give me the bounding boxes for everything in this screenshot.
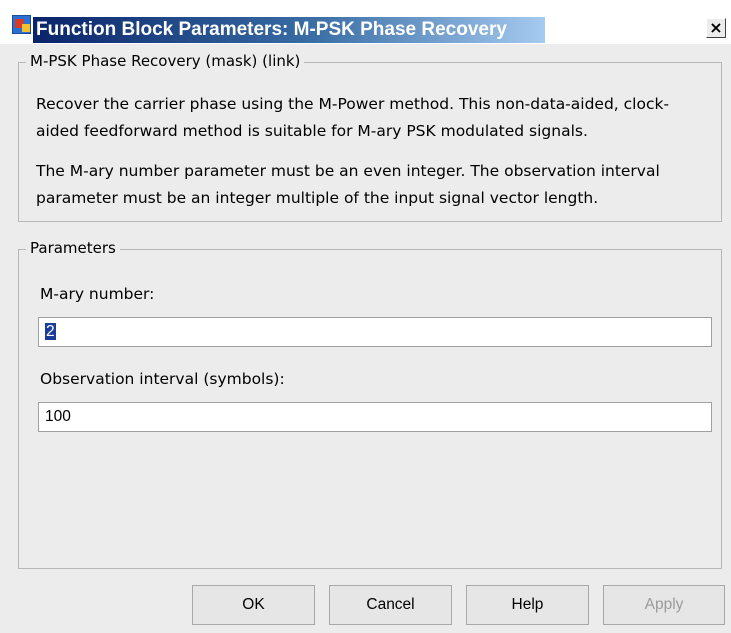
window-title: Function Block Parameters: M-PSK Phase R… [36, 19, 507, 40]
simulink-block-icon [12, 15, 31, 34]
mary-number-input[interactable]: 2 [38, 317, 712, 347]
description-paragraph-1: Recover the carrier phase using the M-Po… [36, 91, 716, 145]
close-button[interactable]: × [706, 18, 726, 38]
help-button[interactable]: Help [466, 585, 589, 625]
parameters-group-legend: Parameters [26, 239, 120, 257]
description-paragraph-2: The M-ary number parameter must be an ev… [36, 158, 716, 212]
description-line: aided feedforward method is suitable for… [36, 122, 588, 140]
mary-number-label: M-ary number: [40, 285, 155, 303]
description-line: Recover the carrier phase using the M-Po… [36, 95, 670, 113]
ok-button[interactable]: OK [192, 585, 315, 625]
title-bar: Function Block Parameters: M-PSK Phase R… [0, 0, 731, 44]
close-icon: × [709, 18, 723, 37]
description-line: The M-ary number parameter must be an ev… [36, 162, 660, 180]
observation-interval-label: Observation interval (symbols): [40, 370, 285, 388]
dialog-window: Function Block Parameters: M-PSK Phase R… [0, 0, 731, 633]
apply-button[interactable]: Apply [603, 585, 725, 625]
description-line: parameter must be an integer multiple of… [36, 189, 599, 207]
mask-group-legend: M-PSK Phase Recovery (mask) (link) [26, 52, 305, 70]
mary-number-value: 2 [45, 323, 56, 340]
observation-interval-input[interactable]: 100 [38, 402, 712, 432]
observation-interval-value: 100 [45, 408, 71, 425]
cancel-button[interactable]: Cancel [329, 585, 452, 625]
icon-part-yellow [22, 24, 30, 32]
